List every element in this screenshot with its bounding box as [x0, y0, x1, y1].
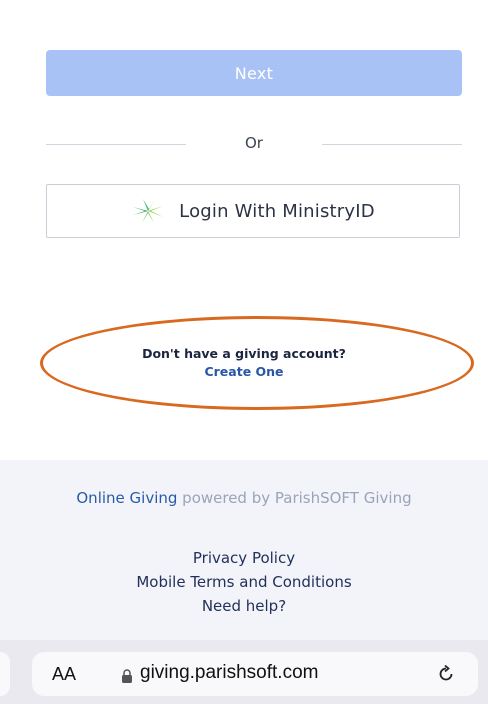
or-divider: Or	[46, 132, 462, 156]
url-text[interactable]: giving.parishsoft.com	[140, 662, 318, 684]
ministryid-login-label: Login With MinistryID	[179, 200, 375, 222]
powered-by-text: Online Giving powered by ParishSOFT Givi…	[40, 486, 448, 510]
ministryid-login-button[interactable]: Login With MinistryID	[46, 184, 460, 238]
text-size-button[interactable]: AA	[52, 664, 76, 685]
divider-line-right	[322, 144, 462, 145]
ministryid-star-icon	[131, 198, 165, 224]
account-prompt: Don't have a giving account? Create One	[0, 346, 488, 380]
create-account-link[interactable]: Create One	[204, 364, 283, 379]
need-help-link[interactable]: Need help?	[0, 594, 488, 618]
previous-tab-stub[interactable]	[0, 652, 10, 696]
next-button[interactable]: Next	[46, 50, 462, 96]
footer: Online Giving powered by ParishSOFT Givi…	[0, 460, 488, 640]
mobile-terms-link[interactable]: Mobile Terms and Conditions	[0, 570, 488, 594]
reload-icon[interactable]	[436, 664, 456, 684]
privacy-policy-link[interactable]: Privacy Policy	[0, 546, 488, 570]
lock-icon	[121, 668, 133, 683]
top-cutoff-area	[0, 0, 488, 28]
or-label: Or	[245, 134, 263, 152]
browser-address-bar: AA giving.parishsoft.com	[0, 640, 488, 704]
online-giving-link[interactable]: Online Giving	[76, 489, 177, 507]
no-account-question: Don't have a giving account?	[142, 346, 346, 361]
powered-by-label: powered by ParishSOFT Giving	[182, 489, 412, 507]
footer-links: Privacy Policy Mobile Terms and Conditio…	[0, 546, 488, 618]
